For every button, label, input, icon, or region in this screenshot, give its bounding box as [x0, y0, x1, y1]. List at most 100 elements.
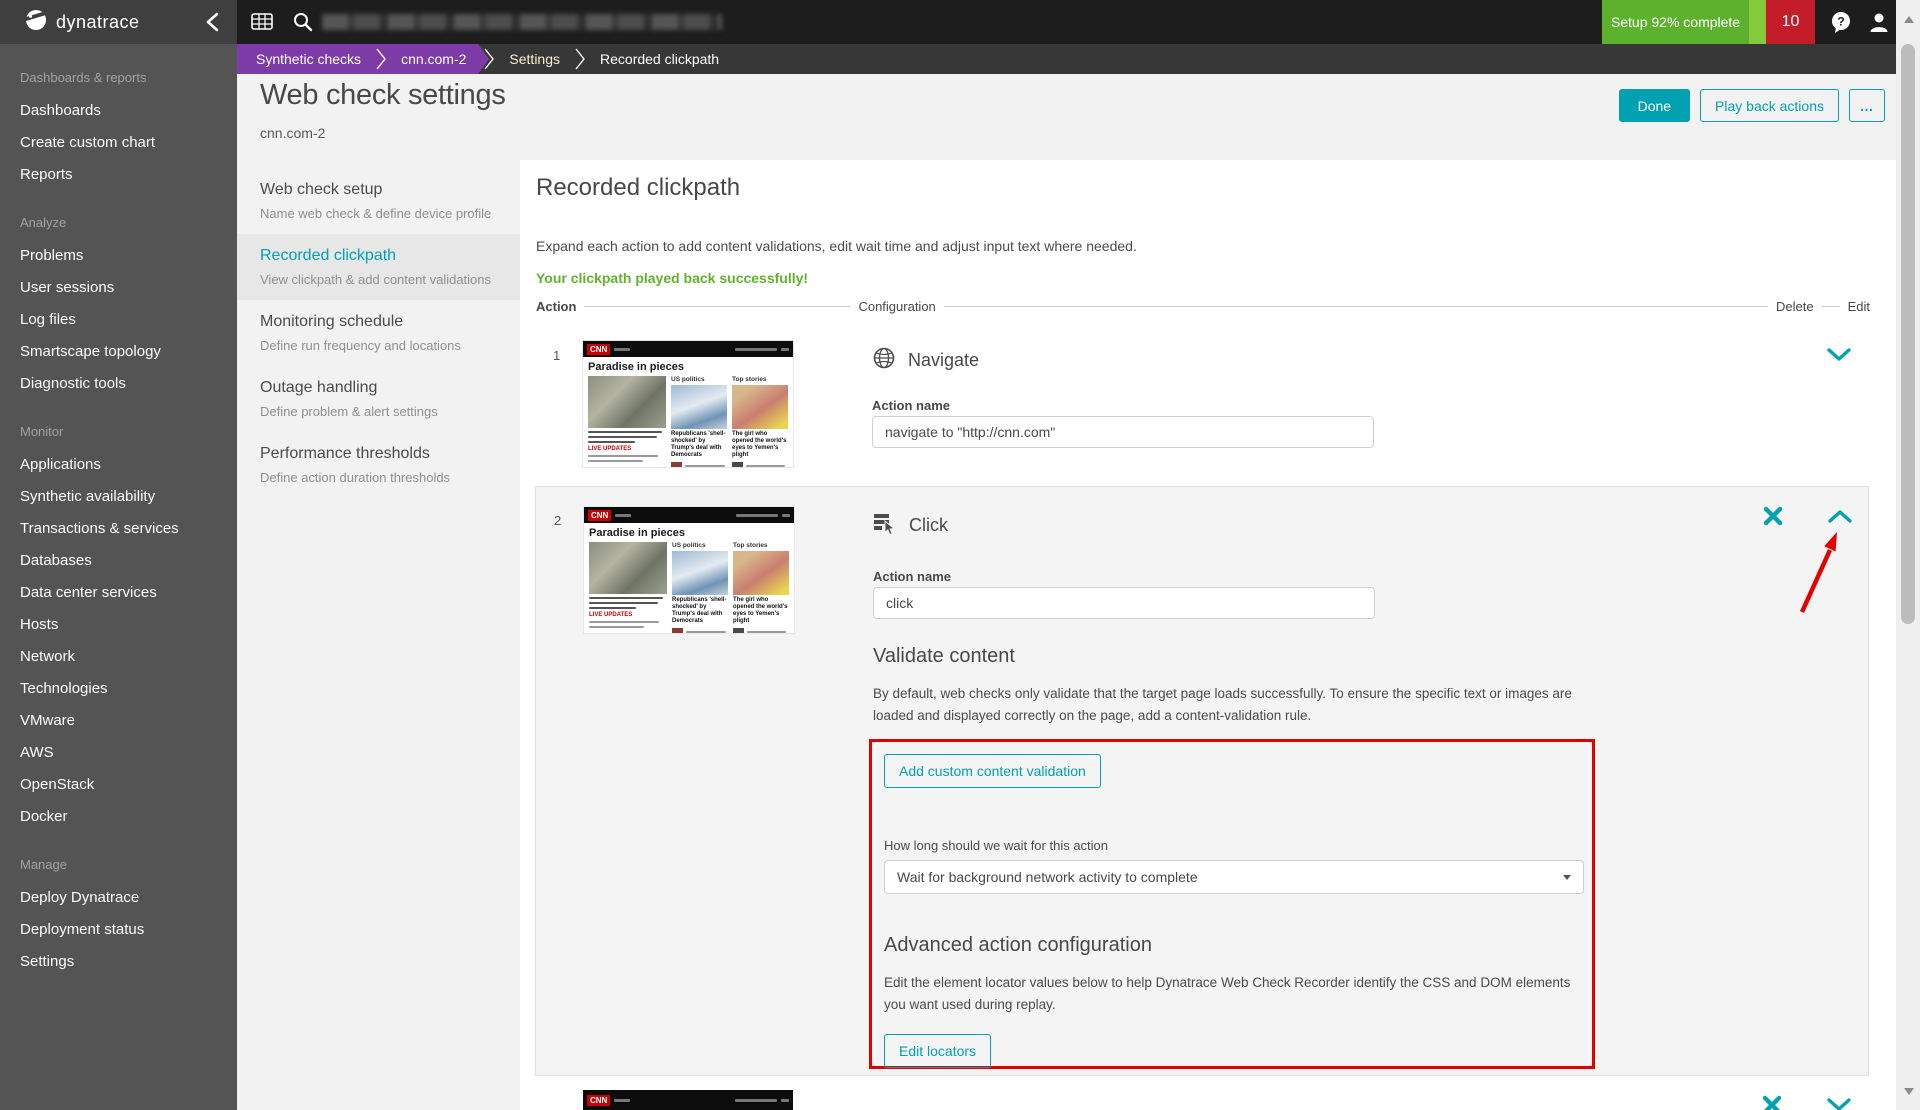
- sidebar-item-network[interactable]: Network: [0, 641, 237, 673]
- chevron-right-icon: [481, 44, 497, 74]
- search-icon[interactable]: [292, 11, 314, 38]
- action-row-navigate: 1 CNN Paradise in pieces LIVE UPDATES US…: [520, 332, 1896, 486]
- sidebar-item-create-custom-chart[interactable]: Create custom chart: [0, 127, 237, 159]
- subnav-item-web-check-setup[interactable]: Web check setup Name web check & define …: [237, 168, 520, 234]
- subnav-item-performance-thresholds[interactable]: Performance thresholds Define action dur…: [237, 432, 520, 498]
- action-name-label: Action name: [872, 398, 951, 413]
- scroll-down-icon[interactable]: [1904, 1088, 1914, 1095]
- sidebar-item-openstack[interactable]: OpenStack: [0, 769, 237, 801]
- done-button[interactable]: Done: [1618, 89, 1691, 122]
- expand-action-icon[interactable]: [1825, 1096, 1853, 1110]
- sidebar-item-data-center-services[interactable]: Data center services: [0, 577, 237, 609]
- section-heading: Recorded clickpath: [536, 174, 741, 201]
- subnav-subtitle: View clickpath & add content validations: [260, 272, 492, 287]
- sidebar-item-problems[interactable]: Problems: [0, 240, 237, 272]
- sidebar-item-aws[interactable]: AWS: [0, 737, 237, 769]
- validate-content-heading: Validate content: [873, 645, 1015, 667]
- user-icon[interactable]: [1866, 9, 1892, 40]
- svg-text:?: ?: [1837, 15, 1844, 29]
- cnn-logo: CNN: [588, 509, 612, 521]
- sidebar-item-transactions-services[interactable]: Transactions & services: [0, 513, 237, 545]
- page-scrollbar[interactable]: [1896, 0, 1920, 1110]
- breadcrumb-synthetic-checks[interactable]: Synthetic checks: [244, 51, 373, 67]
- thumb-col-label: Top stories: [732, 376, 767, 383]
- more-options-button[interactable]: …: [1849, 89, 1885, 122]
- chevron-right-icon: [373, 46, 389, 72]
- subnav-item-recorded-clickpath[interactable]: Recorded clickpath View clickpath & add …: [237, 234, 520, 300]
- sidebar-item-synthetic-availability[interactable]: Synthetic availability: [0, 481, 237, 513]
- breadcrumb: Synthetic checks cnn.com-2 Settings Reco…: [237, 44, 1920, 74]
- click-icon: [873, 511, 897, 540]
- subnav-subtitle: Name web check & define device profile: [260, 206, 492, 221]
- sidebar-item-settings[interactable]: Settings: [0, 946, 237, 978]
- actions-table-header: Action Configuration Delete Edit: [536, 296, 1870, 316]
- subnav-title: Outage handling: [260, 379, 378, 396]
- apps-icon[interactable]: [250, 10, 274, 39]
- breadcrumb-recorded-clickpath[interactable]: Recorded clickpath: [588, 51, 731, 67]
- wait-dropdown-value: Wait for background network activity to …: [897, 869, 1198, 885]
- wait-label: How long should we wait for this action: [884, 838, 1109, 853]
- wait-dropdown[interactable]: Wait for background network activity to …: [884, 860, 1584, 894]
- collapse-action-icon[interactable]: [1826, 507, 1854, 530]
- sidebar-item-technologies[interactable]: Technologies: [0, 673, 237, 705]
- action-type-header: Navigate: [872, 346, 979, 375]
- play-back-actions-button[interactable]: Play back actions: [1700, 89, 1839, 122]
- subnav-subtitle: Define problem & alert settings: [260, 404, 438, 419]
- brand-bar: dynatrace: [0, 0, 237, 44]
- action-type-header: Click: [873, 511, 948, 540]
- setup-progress-strip: [1749, 0, 1766, 44]
- cnn-logo: CNN: [587, 343, 611, 355]
- annotation-highlight-box: Add custom content validation How long s…: [869, 739, 1595, 1069]
- sidebar-item-dashboards[interactable]: Dashboards: [0, 95, 237, 127]
- sidebar-item-deployment-status[interactable]: Deployment status: [0, 914, 237, 946]
- globe-icon: [872, 346, 896, 375]
- scrollbar-thumb[interactable]: [1901, 44, 1915, 624]
- action-type-label: Click: [909, 515, 948, 535]
- section-description: Expand each action to add content valida…: [536, 238, 1137, 254]
- action-name-input[interactable]: [872, 416, 1374, 448]
- action-row-partial: CNN: [520, 1090, 1896, 1110]
- sidebar-item-smartscape-topology[interactable]: Smartscape topology: [0, 336, 237, 368]
- sidebar-item-user-sessions[interactable]: User sessions: [0, 272, 237, 304]
- action-name-input[interactable]: [873, 587, 1375, 619]
- breadcrumb-check-name[interactable]: cnn.com-2: [389, 51, 478, 67]
- sidebar-section-header: Monitor: [20, 424, 64, 439]
- collapse-sidebar-icon[interactable]: [203, 11, 223, 38]
- sidebar-item-reports[interactable]: Reports: [0, 159, 237, 191]
- sidebar-item-docker[interactable]: Docker: [0, 801, 237, 833]
- subnav-item-outage-handling[interactable]: Outage handling Define problem & alert s…: [237, 366, 520, 432]
- title-actions: Done Play back actions …: [1618, 89, 1885, 122]
- expand-action-icon[interactable]: [1825, 346, 1853, 369]
- notifications-badge[interactable]: 10: [1766, 0, 1815, 44]
- global-search-input[interactable]: [322, 14, 722, 30]
- subnav-title: Monitoring schedule: [260, 313, 404, 330]
- advanced-configuration-description: Edit the element locator values below to…: [884, 975, 1571, 1012]
- sidebar-item-applications[interactable]: Applications: [0, 449, 237, 481]
- column-action: Action: [536, 298, 577, 314]
- subnav-item-monitoring-schedule[interactable]: Monitoring schedule Define run frequency…: [237, 300, 520, 366]
- delete-action-icon[interactable]: [1761, 1094, 1783, 1110]
- divider: [584, 305, 851, 307]
- delete-action-icon[interactable]: [1762, 505, 1784, 532]
- help-chat-icon[interactable]: ?: [1828, 9, 1854, 40]
- add-custom-content-validation-button[interactable]: Add custom content validation: [884, 754, 1101, 788]
- setup-progress-button[interactable]: Setup 92% complete: [1602, 0, 1749, 44]
- sidebar-item-vmware[interactable]: VMware: [0, 705, 237, 737]
- sidebar-nav: Dashboards & reports Dashboards Create cus…: [0, 44, 237, 1110]
- thumb-caption: The girl who opened the world's eyes to …: [732, 431, 787, 458]
- sidebar-item-deploy-dynatrace[interactable]: Deploy Dynatrace: [0, 882, 237, 914]
- main-content: Recorded clickpath Expand each action to…: [520, 160, 1896, 1110]
- column-configuration: Configuration: [858, 298, 936, 314]
- sidebar-item-hosts[interactable]: Hosts: [0, 609, 237, 641]
- scroll-up-icon[interactable]: [1904, 16, 1914, 23]
- advanced-configuration-heading: Advanced action configuration: [884, 934, 1152, 956]
- breadcrumb-settings[interactable]: Settings: [497, 51, 572, 67]
- sidebar-item-databases[interactable]: Databases: [0, 545, 237, 577]
- thumb-image: [732, 385, 788, 429]
- sidebar-item-log-files[interactable]: Log files: [0, 304, 237, 336]
- subnav-subtitle: Define run frequency and locations: [260, 338, 461, 353]
- divider: [1821, 305, 1840, 307]
- sidebar-item-diagnostic-tools[interactable]: Diagnostic tools: [0, 368, 237, 400]
- column-edit: Edit: [1847, 298, 1870, 314]
- edit-locators-button[interactable]: Edit locators: [884, 1034, 992, 1068]
